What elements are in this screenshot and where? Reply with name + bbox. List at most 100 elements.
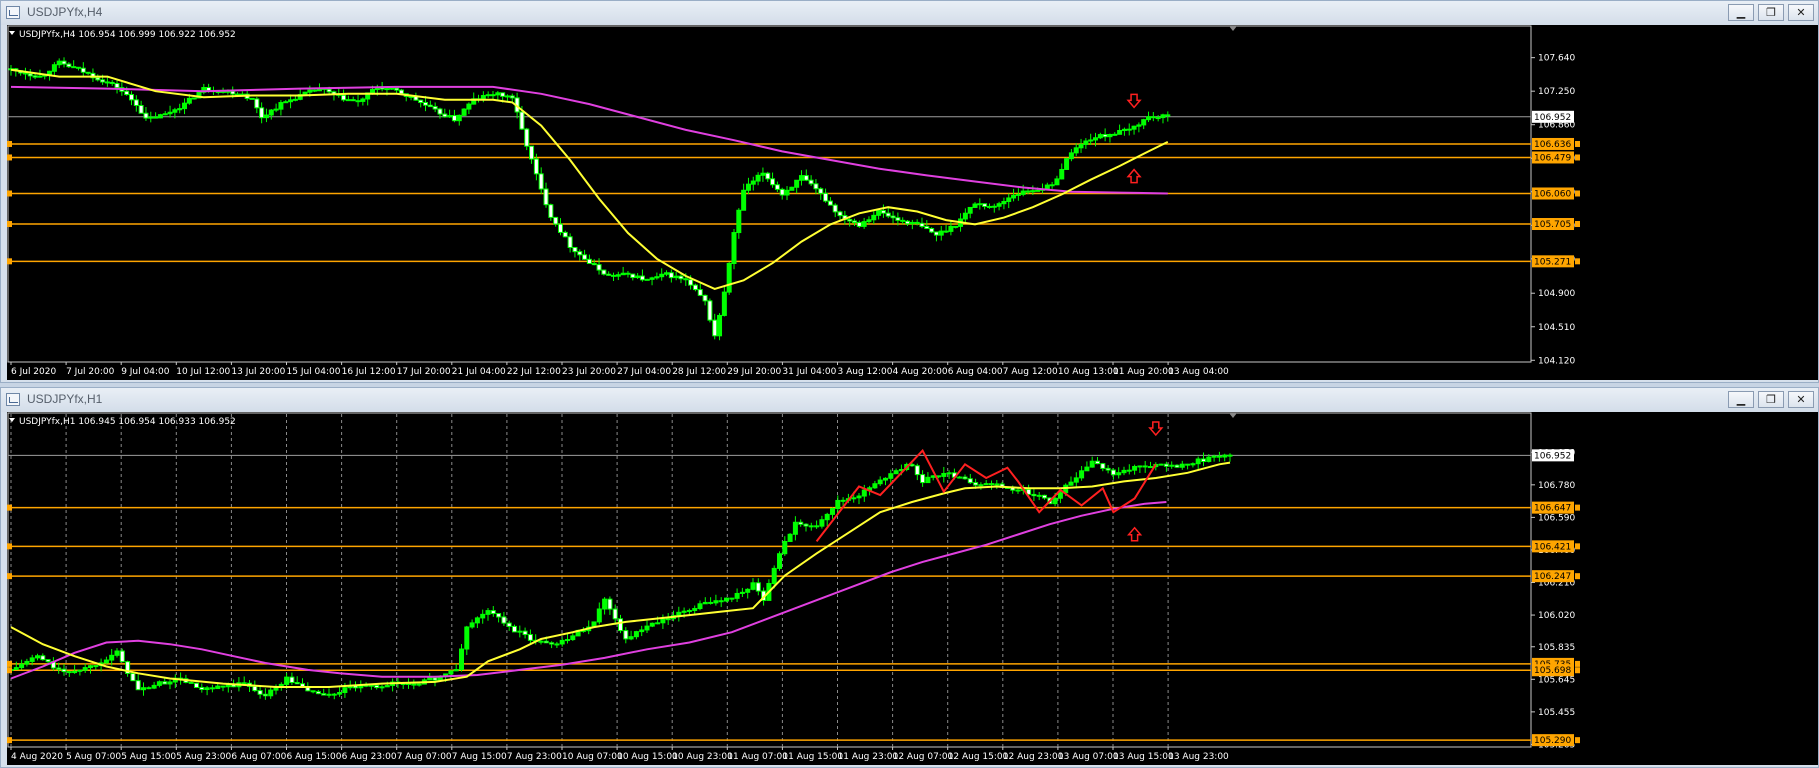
candle-body-bull — [567, 236, 573, 248]
candle — [278, 99, 284, 116]
candle — [649, 622, 655, 628]
candle-body-bull — [40, 655, 46, 661]
candle — [27, 69, 33, 81]
candle-body-bull — [900, 219, 906, 222]
candle — [607, 596, 613, 615]
candle — [162, 111, 168, 116]
close-button[interactable]: ✕ — [1788, 391, 1814, 408]
candle-body-bear — [808, 525, 814, 528]
candle — [1121, 466, 1127, 476]
chart-window-h4[interactable]: USDJPYfx,H4 ▁ ❐ ✕ USDJPYfx,H4 106.954 10… — [0, 0, 1819, 383]
candle — [490, 606, 496, 617]
candle-body-bear — [19, 663, 25, 669]
candle-body-bull — [66, 63, 72, 68]
candle — [119, 648, 125, 663]
chart-canvas[interactable]: USDJPYfx,H4 106.954 106.999 106.922 106.… — [7, 25, 1818, 380]
candle-body-bear — [331, 693, 337, 696]
candle-body-bear — [1030, 190, 1036, 193]
candle-body-bear — [284, 676, 290, 685]
candle-body-bear — [342, 687, 348, 694]
chart-window-h1[interactable]: USDJPYfx,H1 ▁ ❐ ✕ USDJPYfx,H1 106.945 10… — [0, 387, 1819, 768]
candle — [819, 515, 825, 529]
minimize-button[interactable]: ▁ — [1728, 4, 1754, 21]
candle-body-bull — [553, 216, 559, 225]
candle-body-bear — [872, 483, 878, 489]
price-chart-h1[interactable]: USDJPYfx,H1 106.945 106.954 106.933 106.… — [7, 412, 1818, 765]
candle — [66, 671, 72, 677]
candle — [262, 688, 268, 700]
candle-body-bull — [718, 600, 724, 603]
candle — [814, 520, 820, 529]
x-tick-label: 5 Aug 07:00 — [66, 752, 121, 762]
candle — [707, 298, 713, 323]
candle-body-bear — [946, 472, 952, 475]
close-button[interactable]: ✕ — [1788, 4, 1814, 21]
candle-body-bear — [1206, 456, 1212, 462]
candle-body-bull — [341, 94, 347, 101]
candle-body-bull — [832, 204, 838, 213]
candle-body-bull — [1227, 454, 1233, 457]
candle-body-bear — [620, 272, 626, 276]
candle — [729, 597, 735, 603]
candle — [379, 684, 385, 692]
candle-body-bull — [533, 158, 539, 175]
candle-body-bear — [554, 643, 560, 646]
candle-body-bear — [673, 275, 679, 279]
titlebar[interactable]: USDJPYfx,H4 ▁ ❐ ✕ — [1, 1, 1818, 25]
x-tick-label: 10 Aug 07:00 — [562, 752, 623, 762]
candle — [411, 679, 417, 690]
candle-body-bear — [798, 175, 804, 181]
candle-body-bear — [750, 582, 756, 590]
candle — [358, 680, 364, 693]
candle — [760, 167, 766, 182]
candle-body-bull — [374, 684, 380, 689]
candle-body-bear — [649, 277, 655, 280]
candle-body-bear — [1083, 140, 1089, 145]
candle-body-bull — [1165, 114, 1171, 117]
candle — [602, 597, 608, 615]
candle-body-bull — [572, 246, 578, 253]
candle — [61, 664, 67, 676]
candle — [644, 620, 650, 633]
price-chart-h4[interactable]: USDJPYfx,H4 106.954 106.999 106.922 106.… — [7, 25, 1818, 380]
candle-body-bull — [135, 680, 141, 691]
chart-canvas[interactable]: USDJPYfx,H1 106.945 106.954 106.933 106.… — [7, 412, 1818, 765]
candle-body-bull — [837, 211, 843, 217]
candle-body-bear — [570, 635, 576, 641]
candle — [1110, 468, 1116, 480]
candle-body-bear — [1117, 129, 1123, 135]
candle — [283, 100, 289, 104]
candle — [509, 93, 515, 103]
candle-body-bear — [51, 64, 57, 72]
level-label: 105.705 — [1534, 220, 1571, 230]
titlebar[interactable]: USDJPYfx,H1 ▁ ❐ ✕ — [1, 388, 1818, 412]
minimize-button[interactable]: ▁ — [1728, 391, 1754, 408]
candle-body-bull — [398, 89, 404, 95]
restore-button[interactable]: ❐ — [1758, 391, 1784, 408]
down-arrow-icon — [1126, 93, 1142, 109]
candle-body-bull — [416, 683, 422, 686]
candle — [442, 108, 448, 118]
candle — [1222, 453, 1228, 462]
candle-body-bull — [259, 107, 265, 119]
candle — [292, 95, 298, 102]
candle — [914, 463, 920, 481]
restore-button[interactable]: ❐ — [1758, 4, 1784, 21]
candle-body-bull — [310, 690, 316, 693]
candle-body-bear — [861, 221, 867, 227]
candle-body-bear — [263, 114, 269, 119]
candle-body-bull — [989, 483, 994, 486]
candle — [856, 220, 862, 228]
candle-body-bear — [835, 499, 841, 510]
candle-body-bear — [156, 681, 162, 686]
candle-body-bull — [1105, 467, 1111, 471]
candle — [1160, 113, 1166, 124]
candle-body-bear — [204, 687, 210, 691]
candle — [241, 676, 247, 685]
candle-body-bear — [655, 622, 661, 625]
candle-body-bull — [241, 682, 247, 685]
candle-body-bull — [95, 77, 101, 81]
candle-body-bull — [729, 597, 735, 600]
candle-body-bear — [379, 686, 385, 689]
candle-body-bear — [13, 667, 19, 671]
